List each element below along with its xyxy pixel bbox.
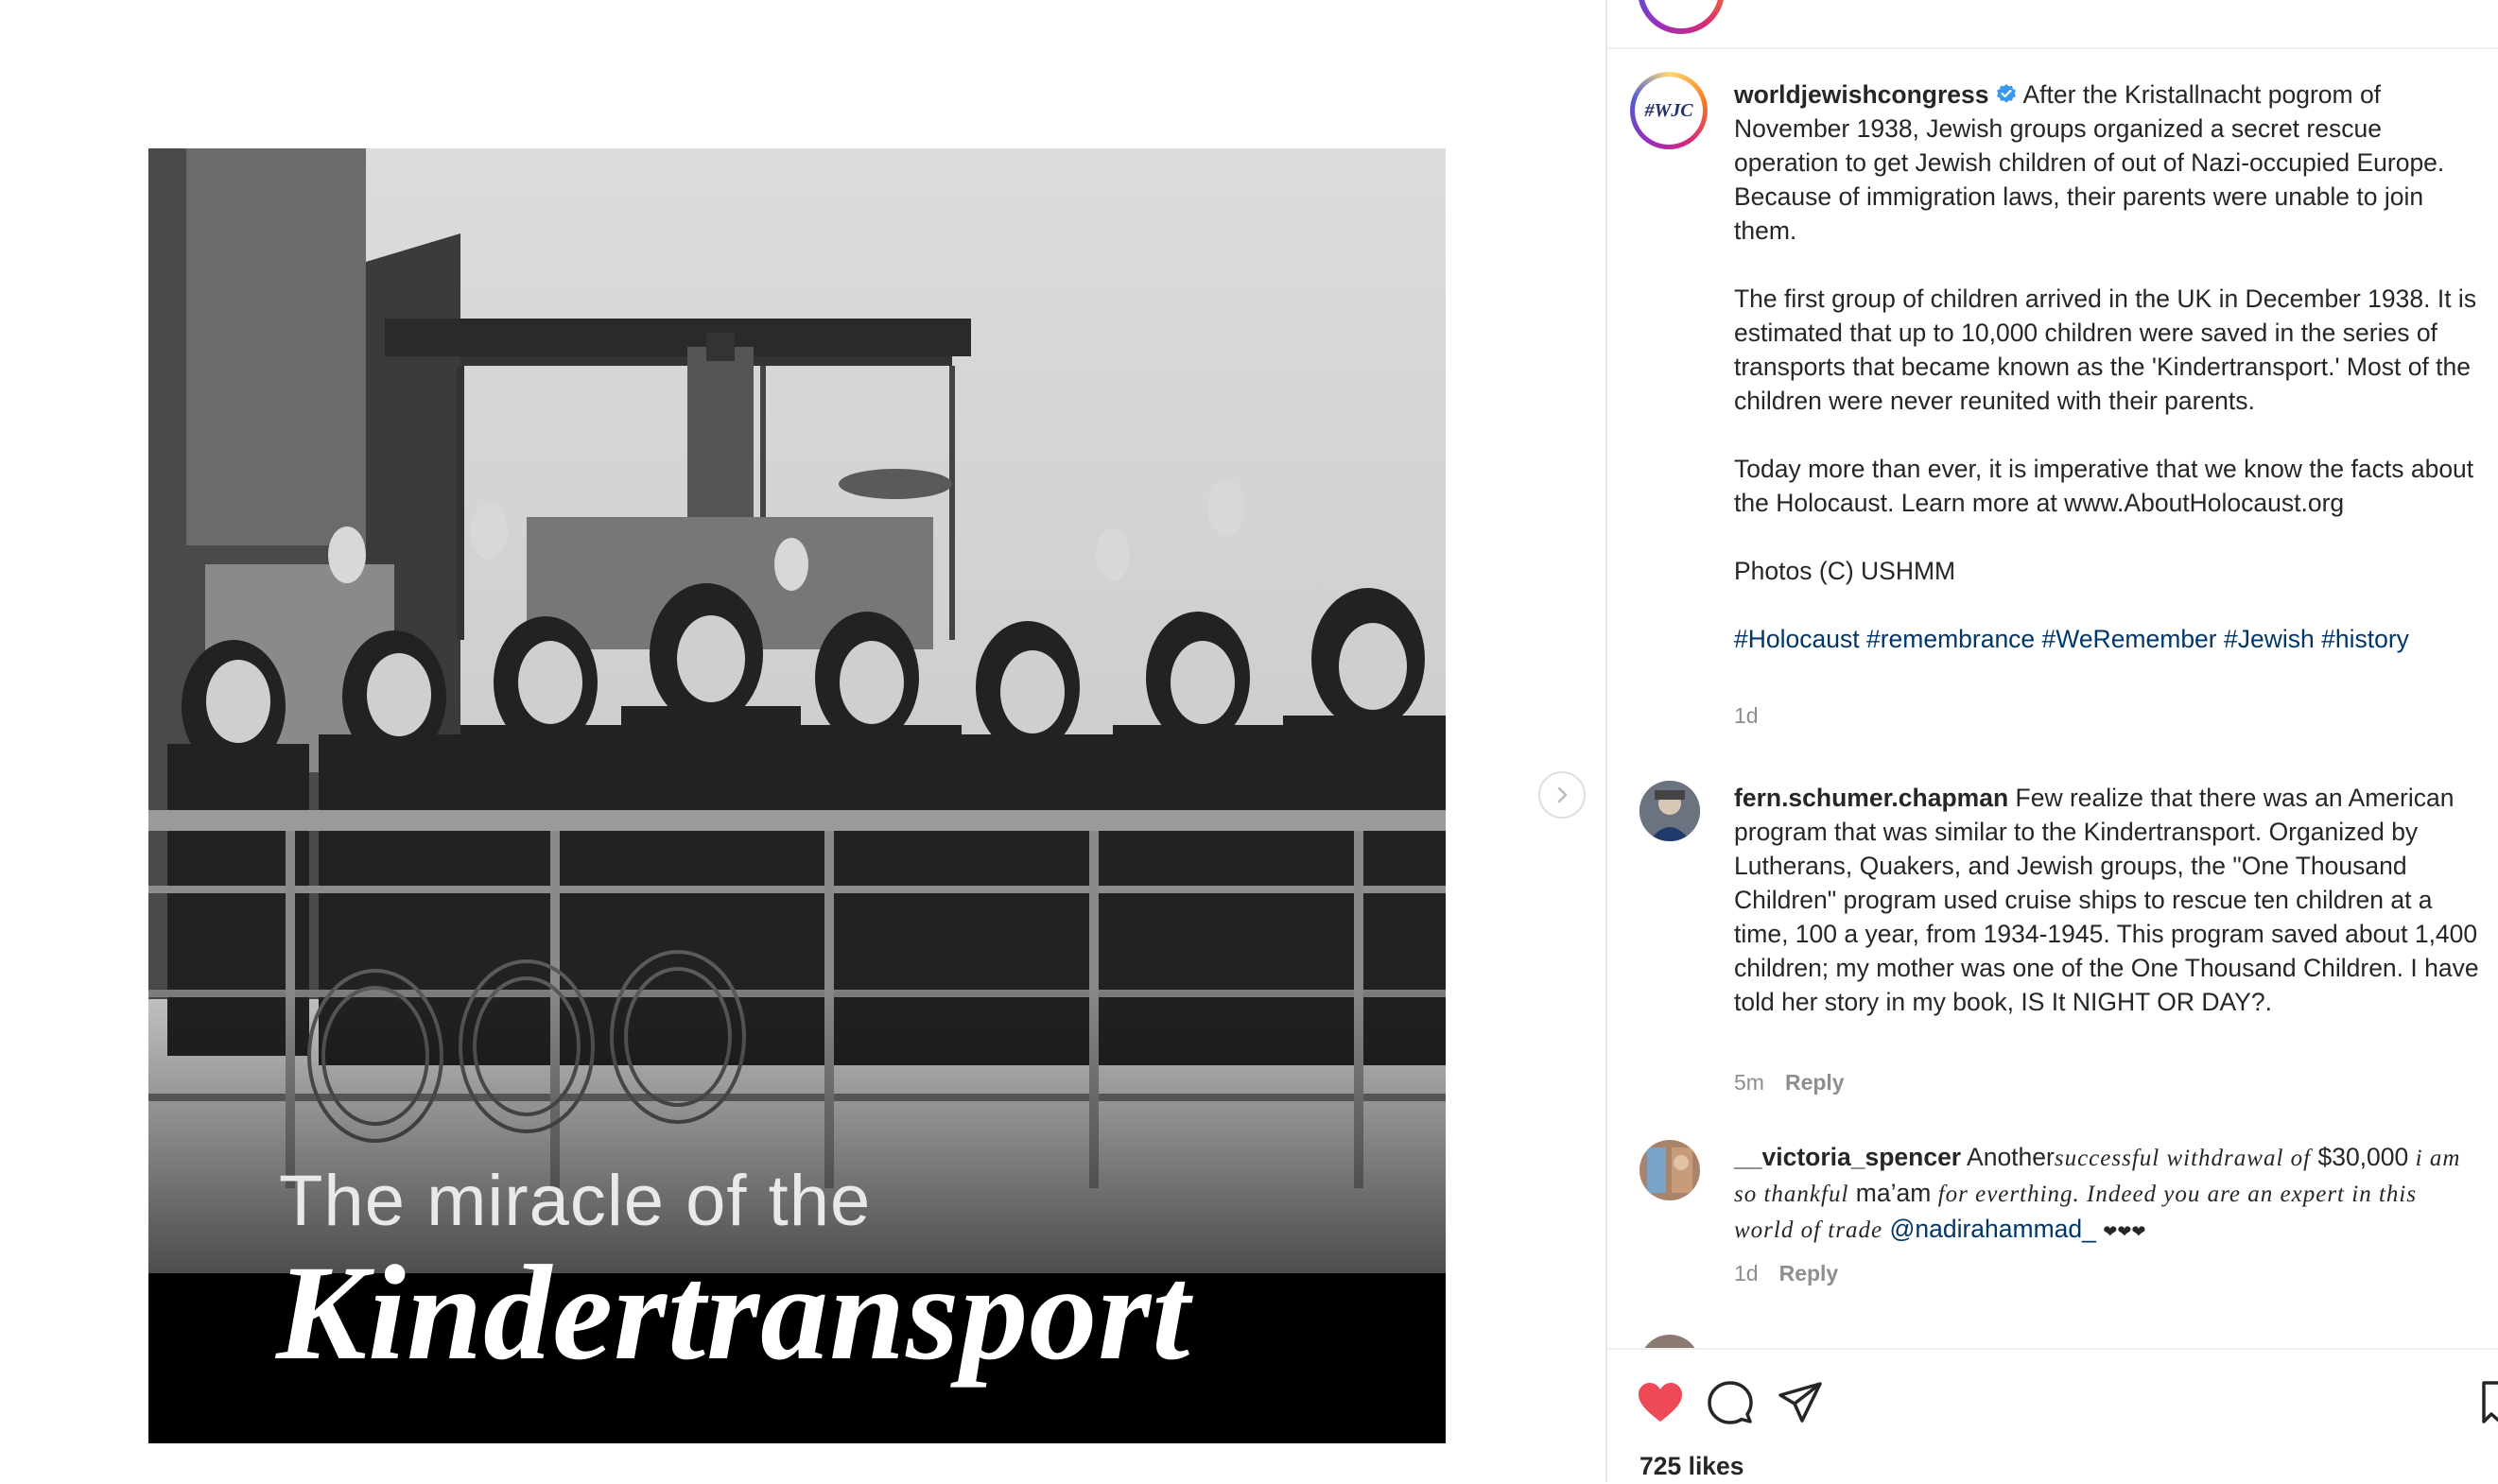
media-area: The miracle of the Kindertransport	[0, 0, 1605, 1482]
bookmark-icon[interactable]	[2481, 1378, 2498, 1427]
comment-text: fern.schumer.chapman Few realize that th…	[1734, 781, 2481, 1019]
comment-username[interactable]: __victoria_spencer	[1734, 1143, 1961, 1171]
next-comment-avatar-partial	[1639, 1335, 1700, 1348]
commenter-avatar[interactable]	[1639, 781, 1700, 841]
wjc-logo: #WJC	[1644, 99, 1693, 121]
post-image[interactable]: The miracle of the Kindertransport	[148, 148, 1446, 1443]
overlay-title-line1: The miracle of the	[279, 1161, 872, 1241]
comment-body-part: successful withdrawal of	[2054, 1146, 2312, 1171]
comment-timestamp[interactable]: 1d	[1734, 1261, 1759, 1286]
comment-hearts: ❤❤❤	[2103, 1222, 2146, 1241]
chevron-right-icon	[1557, 786, 1568, 803]
comment-body: Few realize that there was an American p…	[1734, 784, 2479, 1016]
mention-link[interactable]: @nadirahammad_	[1889, 1215, 2095, 1243]
verified-badge-icon	[1996, 84, 2016, 103]
likes-count[interactable]: 725 likes	[1639, 1452, 1744, 1481]
comment-body-part: ma’am	[1855, 1179, 1932, 1207]
caption-timestamp[interactable]: 1d	[1734, 703, 1759, 729]
comment-meta: 1d Reply	[1734, 1261, 1838, 1286]
reply-button[interactable]: Reply	[1779, 1261, 1839, 1286]
header-avatar[interactable]	[1638, 0, 1725, 34]
comment-timestamp[interactable]: 5m	[1734, 1070, 1764, 1095]
comment-meta: 5m Reply	[1734, 1070, 1845, 1096]
comment-body-part: Another	[1967, 1143, 2055, 1171]
hashtag-link[interactable]: #Holocaust	[1734, 625, 1860, 653]
overlay-title-line2: Kindertransport	[276, 1238, 1191, 1389]
comment-icon[interactable]	[1706, 1378, 1755, 1427]
reply-button[interactable]: Reply	[1785, 1070, 1845, 1095]
comment-username[interactable]: fern.schumer.chapman	[1734, 784, 2008, 812]
hashtag-link[interactable]: #remembrance	[1866, 625, 2035, 653]
post-header	[1607, 0, 2498, 49]
next-slide-button[interactable]	[1538, 771, 1586, 819]
caption-avatar[interactable]: #WJC	[1630, 72, 1708, 149]
caption-username[interactable]: worldjewishcongress	[1734, 80, 1989, 109]
hashtag-link[interactable]: #history	[2321, 625, 2409, 653]
comment-text: __victoria_spencer Anothersuccessful wit…	[1734, 1140, 2481, 1249]
paper-plane-icon[interactable]	[1776, 1378, 1825, 1427]
caption-hashtags: #Holocaust #remembrance #WeRemember #Jew…	[1734, 622, 2481, 656]
post-side-panel: #WJC worldjewishcongress After the Krista…	[1605, 0, 2498, 1484]
hashtag-link[interactable]: #Jewish	[2224, 625, 2315, 653]
caption-text: worldjewishcongress After the Kristallnac…	[1734, 78, 2481, 656]
caption-paragraph-4: Photos (C) USHMM	[1734, 557, 1956, 585]
hashtag-link[interactable]: #WeRemember	[2042, 625, 2217, 653]
heart-filled-icon[interactable]	[1636, 1378, 1685, 1427]
caption-paragraph-2: The first group of children arrived in t…	[1734, 285, 2477, 415]
action-bar: 725 likes	[1607, 1348, 2498, 1484]
commenter-avatar[interactable]	[1639, 1140, 1700, 1200]
comment-body-part: $30,000	[2317, 1143, 2409, 1171]
caption-paragraph-3: Today more than ever, it is imperative t…	[1734, 455, 2474, 517]
